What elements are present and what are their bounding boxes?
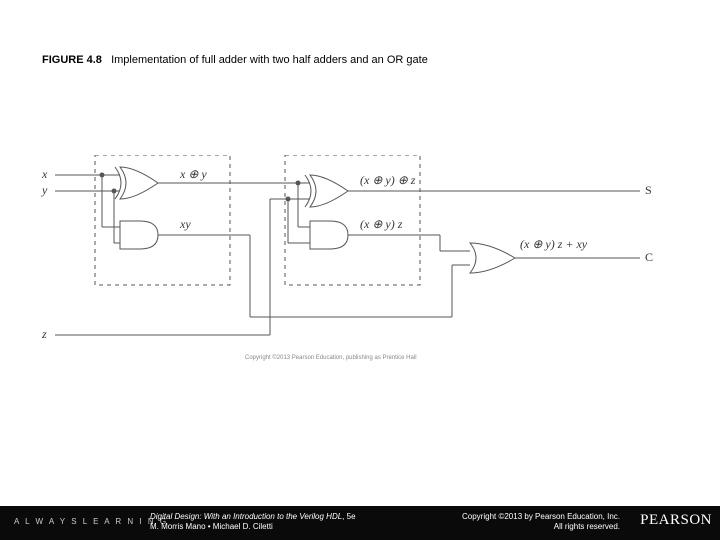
- label-y: y: [42, 183, 47, 198]
- label-xor-xy: x ⊕ y: [180, 167, 207, 182]
- label-and-xy: xy: [180, 217, 191, 232]
- and-gate-2: [310, 221, 348, 249]
- image-copyright: Copyright ©2013 Pearson Education, publi…: [245, 355, 417, 361]
- figure-title: Implementation of full adder with two ha…: [111, 54, 428, 66]
- footer-book-info: Digital Design: With an Introduction to …: [150, 512, 450, 532]
- circuit-diagram: x y z x ⊕ y xy (x ⊕ y) ⊕ z (x ⊕ y) z (x …: [40, 155, 660, 375]
- label-carry-expr: (x ⊕ y) z + xy: [520, 237, 587, 252]
- label-z: z: [42, 327, 47, 342]
- and-gate-1: [120, 221, 158, 249]
- label-s-output: S: [645, 183, 652, 198]
- circuit-svg: [40, 155, 660, 375]
- footer-bar: A L W A Y S L E A R N I N G Digital Desi…: [0, 506, 720, 540]
- label-and2: (x ⊕ y) z: [360, 217, 402, 232]
- label-c-output: C: [645, 250, 653, 265]
- xor-gate-1: [115, 167, 158, 199]
- or-gate: [470, 243, 515, 273]
- figure-number: FIGURE 4.8: [42, 54, 102, 66]
- figure-caption: FIGURE 4.8 Implementation of full adder …: [42, 54, 428, 66]
- book-authors: M. Morris Mano • Michael D. Ciletti: [150, 522, 273, 531]
- pearson-logo: PEARSON: [640, 512, 712, 529]
- xor-gate-2: [305, 175, 348, 207]
- copyright-line-2: All rights reserved.: [554, 522, 620, 531]
- label-x: x: [42, 167, 47, 182]
- book-title: Digital Design: With an Introduction to …: [150, 512, 342, 521]
- footer-copyright: Copyright ©2013 by Pearson Education, In…: [462, 512, 620, 532]
- label-xor2: (x ⊕ y) ⊕ z: [360, 173, 415, 188]
- copyright-line-1: Copyright ©2013 by Pearson Education, In…: [462, 512, 620, 521]
- book-edition: , 5e: [342, 512, 355, 521]
- always-learning-tagline: A L W A Y S L E A R N I N G: [14, 517, 168, 526]
